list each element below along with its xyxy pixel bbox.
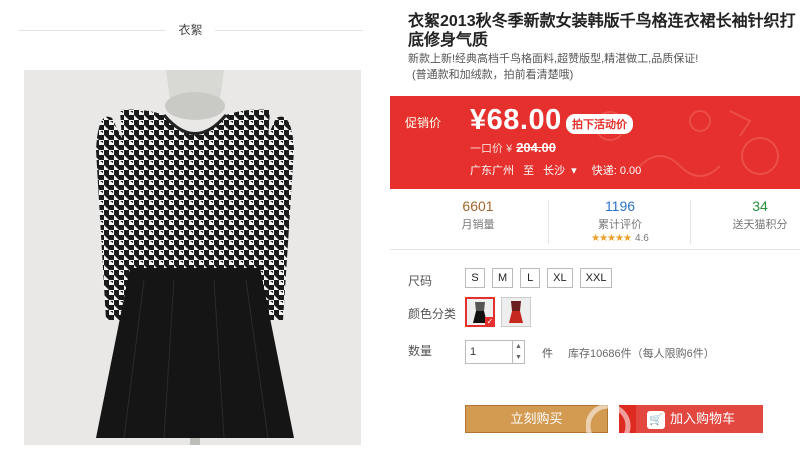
color-label: 颜色分类: [408, 307, 457, 321]
color-swatch-red[interactable]: [501, 297, 531, 327]
caret-up-icon[interactable]: ▲: [513, 341, 524, 352]
size-option[interactable]: S: [465, 268, 485, 288]
check-icon: ✓: [485, 317, 495, 327]
shop-header: 衣絮: [18, 18, 363, 44]
product-note: (普通款和加绒款，拍前看清楚哦): [412, 69, 574, 81]
quantity-label: 数量: [408, 344, 433, 358]
original-price-currency: ¥: [506, 143, 513, 155]
monthly-sales-value: 6601: [462, 198, 494, 214]
size-options: S M L XL XXL: [465, 268, 613, 288]
promo-price: ¥68.00: [470, 104, 562, 136]
shipping-row: 广东广州 至 长沙 ▾ 快递: 0.00: [470, 162, 647, 178]
reviews[interactable]: 1196 累计评价 ★★★★★ 4.6: [560, 198, 680, 244]
product-subtitle: 新款上新!经典高档千鸟格面料,超赞版型,精湛做工,品质保证!: [408, 53, 699, 65]
divider: [215, 30, 363, 31]
caret-down-icon[interactable]: ▼: [513, 352, 524, 363]
reviews-label: 累计评价: [598, 219, 642, 231]
ship-to-selector[interactable]: 长沙 ▾: [543, 165, 583, 177]
color-options: ✓: [465, 297, 531, 327]
ship-to-word: 至: [523, 165, 535, 177]
size-option[interactable]: M: [492, 268, 514, 288]
reviews-value: 1196: [604, 198, 636, 214]
quantity-unit: 件: [542, 348, 553, 360]
stock-info: 库存10686件（每人限购6件）: [568, 348, 715, 360]
size-label: 尺码: [408, 274, 433, 288]
size-option[interactable]: XXL: [579, 268, 613, 288]
dress-thumbnail: [502, 298, 530, 326]
original-price-label: 一口价: [470, 143, 503, 155]
product-image[interactable]: [24, 70, 361, 445]
quantity-input[interactable]: 1: [465, 340, 513, 364]
color-swatch-black-white[interactable]: ✓: [465, 297, 495, 327]
watermark-logo: [586, 403, 786, 449]
stats-bar: 6601 月销量 1196 累计评价 ★★★★★ 4.6 34 送天猫积分: [390, 194, 800, 250]
divider: [548, 200, 549, 244]
star-icons: ★★★★★: [591, 233, 632, 244]
points-label: 送天猫积分: [732, 219, 788, 231]
size-option[interactable]: L: [520, 268, 541, 288]
chevron-down-icon: ▾: [571, 165, 577, 177]
rating-value: 4.6: [634, 233, 649, 244]
delivery-fee: 快递: 0.00: [591, 165, 642, 177]
original-price: 204.00: [516, 140, 556, 155]
dress-illustration: [96, 70, 294, 445]
rating: ★★★★★ 4.6: [560, 233, 680, 244]
size-option[interactable]: XL: [547, 268, 573, 288]
quantity-stepper[interactable]: ▲ ▼: [513, 340, 525, 364]
product-info: 衣絮2013秋冬季新款女装韩版千鸟格连衣裙长袖针织打底修身气质 新款上新!经典高…: [390, 0, 800, 458]
monthly-sales-label: 月销量: [461, 219, 495, 231]
promo-price-label: 促销价: [405, 116, 442, 130]
product-gallery: 衣絮: [0, 0, 385, 458]
points: 34 送天猫积分: [700, 198, 800, 232]
original-price-row: 一口价 ¥204.00: [470, 140, 556, 156]
divider: [690, 200, 691, 244]
ship-from: 广东广州: [470, 165, 514, 177]
activity-price-button[interactable]: 拍下活动价: [566, 114, 633, 134]
ship-to: 长沙: [543, 165, 566, 177]
price-panel: 促销价 ¥68.00 拍下活动价 一口价 ¥204.00 广东广州 至 长沙 ▾ …: [390, 96, 800, 189]
product-title: 衣絮2013秋冬季新款女装韩版千鸟格连衣裙长袖针织打底修身气质: [408, 13, 796, 49]
monthly-sales: 6601 月销量: [418, 198, 538, 232]
points-value: 34: [752, 198, 768, 214]
